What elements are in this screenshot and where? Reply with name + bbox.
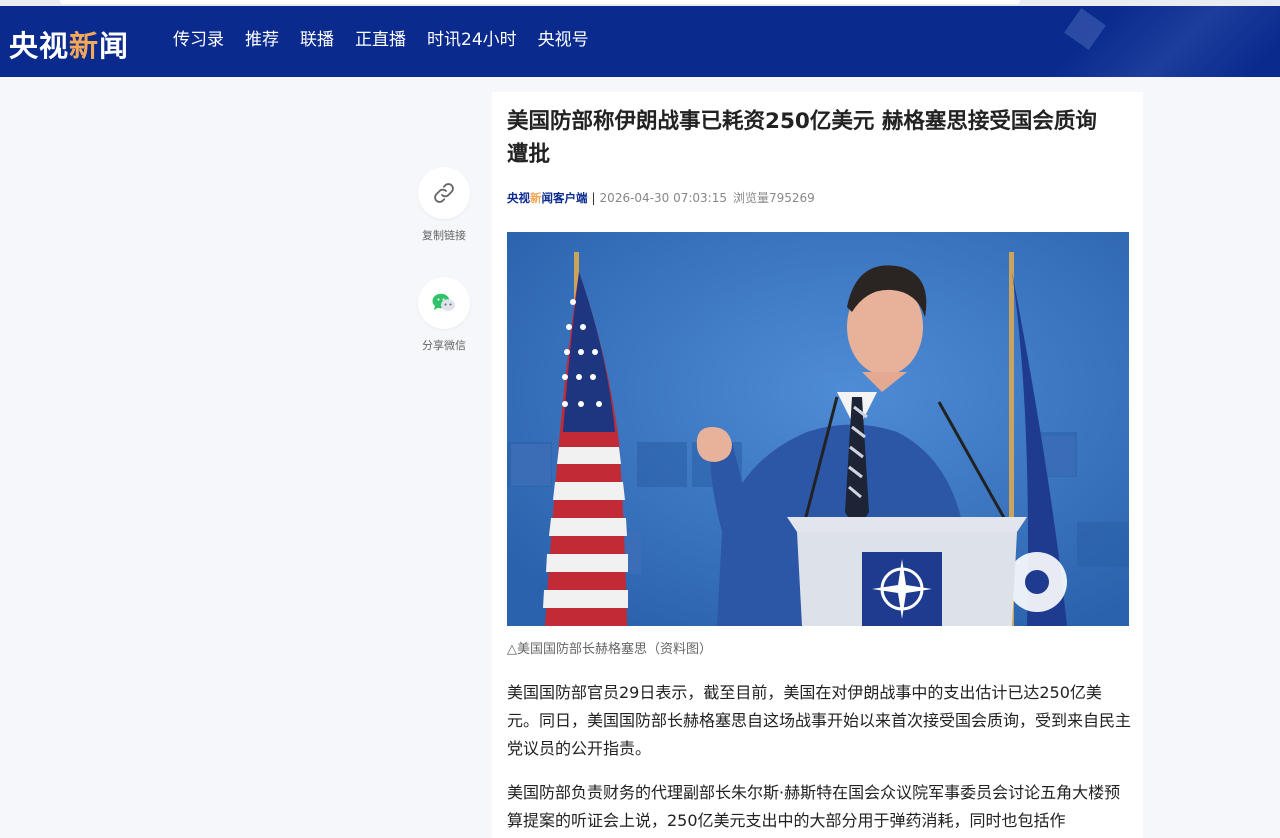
link-icon (434, 183, 454, 203)
share-sidebar: 复制链接 分享微信 (418, 167, 470, 353)
logo-text-3: 闻 (99, 29, 130, 63)
main-nav: 传习录 推荐 联播 正直播 时讯24小时 央视号 (173, 28, 610, 52)
share-wechat-button[interactable] (418, 277, 470, 329)
cctv-news-logo[interactable]: 央视新闻 (9, 23, 129, 63)
source-text-3: 闻客户端 (541, 190, 588, 205)
source-text-1: 央视 (507, 190, 530, 205)
copy-link-action[interactable]: 复制链接 (418, 167, 470, 243)
article-card: 美国防部称伊朗战事已耗资250亿美元 赫格塞思接受国会质询遭批 央视新闻客户端 … (492, 92, 1143, 838)
nav-item-live[interactable]: 正直播 (355, 28, 406, 52)
article-paragraph: 美国国防部官员29日表示，截至目前，美国在对伊朗战事中的支出估计已达250亿美元… (507, 683, 1132, 758)
meta-separator: | (591, 190, 596, 205)
nav-item-lianbo[interactable]: 联播 (300, 28, 334, 52)
share-wechat-action[interactable]: 分享微信 (418, 277, 470, 353)
nav-item-news-24h[interactable]: 时讯24小时 (427, 28, 517, 52)
article-view-count: 浏览量795269 (733, 191, 815, 205)
source-text-2: 新 (530, 190, 542, 205)
wechat-icon (432, 293, 455, 311)
nav-item-chuanxilu[interactable]: 传习录 (173, 28, 224, 52)
logo-text-1: 央视 (9, 29, 70, 63)
article-datetime: 2026-04-30 07:03:15 (599, 190, 727, 205)
article-source[interactable]: 央视新闻客户端 (507, 190, 588, 206)
top-navbar: 央视新闻 传习录 推荐 联播 正直播 时讯24小时 央视号 (0, 6, 1280, 77)
nav-item-cctv-hao[interactable]: 央视号 (538, 28, 589, 52)
article-title: 美国防部称伊朗战事已耗资250亿美元 赫格塞思接受国会质询遭批 (507, 109, 1097, 167)
navbar-decoration (1020, 6, 1280, 77)
logo-text-2: 新 (69, 29, 100, 63)
browser-tab-edge (60, 0, 1020, 4)
article-photo (507, 232, 1129, 626)
copy-link-button[interactable] (418, 167, 470, 219)
copy-link-label: 复制链接 (422, 229, 466, 242)
article-paragraph: 美国防部负责财务的代理副部长朱尔斯·赫斯特在国会众议院军事委员会讨论五角大楼预算… (507, 783, 1121, 830)
share-wechat-label: 分享微信 (422, 339, 466, 352)
photo-caption: △美国国防部长赫格塞思（资料图） (507, 642, 712, 657)
photo-illustration (507, 232, 1129, 626)
article-meta: 央视新闻客户端 | 2026-04-30 07:03:15 浏览量795269 (507, 189, 815, 206)
nav-item-recommend[interactable]: 推荐 (245, 28, 279, 52)
